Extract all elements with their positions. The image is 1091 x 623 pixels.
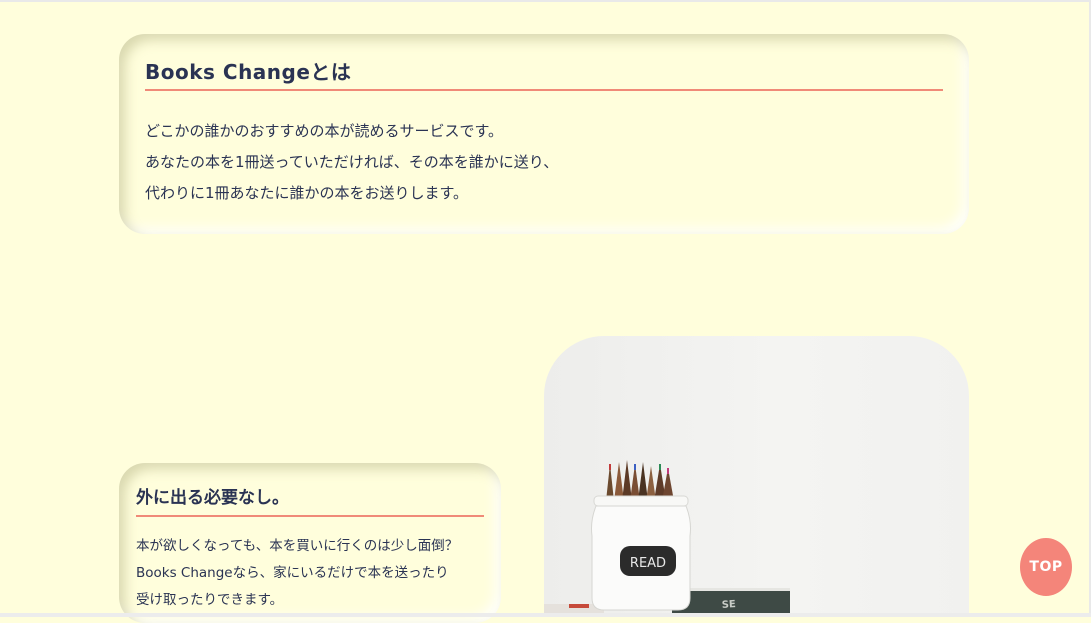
feature-line-1: 本が欲しくなっても、本を買いに行くのは少し面倒？ [136, 538, 459, 554]
pencil-jar-photo: SE READ [544, 336, 969, 613]
top-border [0, 0, 1091, 2]
feature-title: 外に出る必要なし。 [136, 488, 289, 508]
about-title: Books Changeとは [145, 60, 352, 84]
about-line-2: あなたの本を1冊送っていただければ、その本を誰かに送り、 [145, 153, 559, 171]
feature-line-3: 受け取ったりできます。 [136, 592, 284, 608]
about-line-1: どこかの誰かのおすすめの本が読めるサービスです。 [145, 122, 504, 140]
feature-description: 本が欲しくなっても、本を買いに行くのは少し面倒？ Books Changeなら、… [136, 533, 458, 614]
svg-text:SE: SE [721, 599, 736, 611]
pencils [606, 460, 674, 501]
feature-title-underline [136, 515, 484, 517]
bottom-border [0, 613, 1091, 617]
jar-label-text: READ [630, 556, 666, 571]
about-description: どこかの誰かのおすすめの本が読めるサービスです。 あなたの本を1冊送っていただけ… [145, 116, 558, 209]
feature-line-2: Books Changeなら、家にいるだけで本を送ったり [136, 565, 449, 581]
about-title-underline [145, 89, 943, 91]
jar: READ [591, 495, 691, 611]
about-card: Books Changeとは どこかの誰かのおすすめの本が読めるサービスです。 … [119, 34, 969, 234]
pencil-jar-illustration: SE READ [544, 460, 790, 613]
about-line-3: 代わりに1冊あなたに誰かの本をお送りします。 [145, 184, 469, 202]
back-to-top-button[interactable]: TOP [1020, 538, 1072, 596]
feature-card: 外に出る必要なし。 本が欲しくなっても、本を買いに行くのは少し面倒？ Books… [119, 463, 501, 623]
